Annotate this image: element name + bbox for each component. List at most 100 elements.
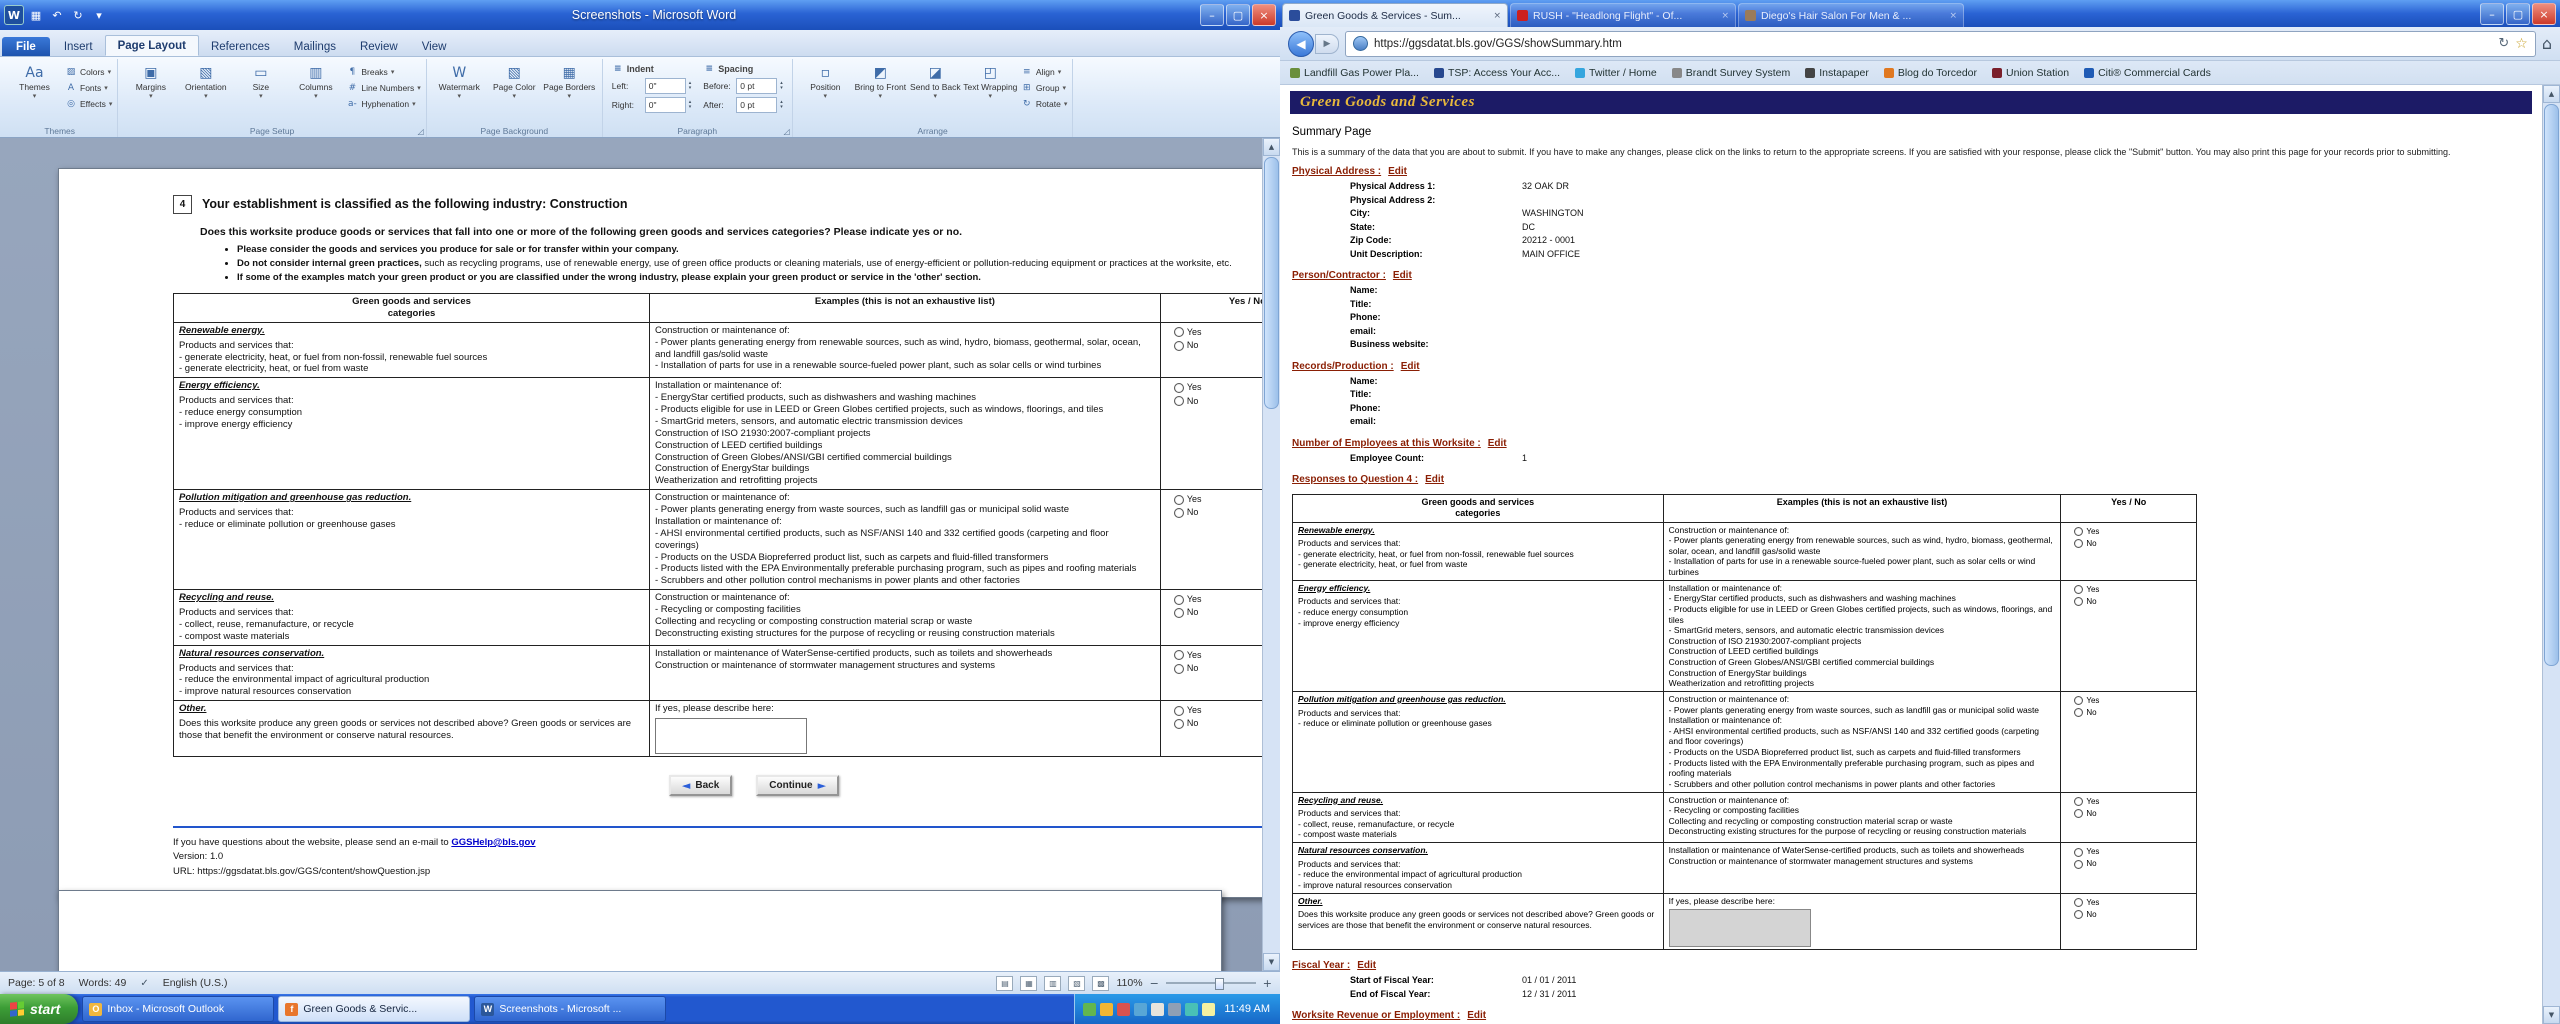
qat-dropdown-icon[interactable]: ▾ (90, 6, 108, 24)
zoom-out-icon[interactable]: − (1150, 977, 1159, 990)
yes-radio[interactable]: Yes (2074, 847, 2191, 857)
undo-icon[interactable]: ↶ (48, 6, 66, 24)
stepper-icon[interactable]: ▴▾ (689, 81, 692, 91)
url-bar[interactable]: https://ggsdatat.bls.gov/GGS/showSummary… (1345, 31, 2536, 57)
continue-button[interactable]: Continue► (756, 775, 839, 796)
bookmark-item[interactable]: Brandt Survey System (1672, 67, 1790, 79)
taskbar-window-button[interactable]: WScreenshots - Microsoft ... (474, 996, 666, 1022)
language-indicator[interactable]: English (U.S.) (163, 977, 228, 989)
word-vertical-scrollbar[interactable]: ▲ ▼ (1262, 138, 1280, 971)
tab-close-icon[interactable]: × (1949, 11, 1957, 21)
ribbon-tab-view[interactable]: View (410, 37, 459, 56)
yes-radio[interactable]: Yes (2074, 527, 2191, 537)
start-button[interactable]: start (0, 994, 78, 1024)
no-radio[interactable]: No (2074, 859, 2191, 869)
edit-link[interactable]: Edit (1393, 270, 1412, 281)
no-radio[interactable]: No (2074, 539, 2191, 549)
bookmark-item[interactable]: TSP: Access Your Acc... (1434, 67, 1560, 79)
ribbon-tab-references[interactable]: References (199, 37, 282, 56)
scrollbar-thumb[interactable] (2544, 104, 2559, 666)
tab-close-icon[interactable]: × (1721, 11, 1729, 21)
draft-view-icon[interactable]: ▩ (1092, 976, 1109, 991)
web-layout-view-icon[interactable]: ▥ (1044, 976, 1061, 991)
maximize-button[interactable]: ▢ (2506, 3, 2530, 25)
stepper-icon[interactable]: ▴▾ (689, 100, 692, 110)
orientation-button[interactable]: ▧Orientation▾ (178, 61, 233, 124)
url-text[interactable]: https://ggsdatat.bls.gov/GGS/showSummary… (1374, 38, 2492, 50)
spacing-before-input[interactable]: 0 pt (736, 78, 777, 94)
yes-radio[interactable]: Yes (2074, 898, 2191, 908)
page-indicator[interactable]: Page: 5 of 8 (8, 977, 65, 989)
align-button[interactable]: ≡Align▾ (1021, 66, 1068, 78)
yes-radio[interactable]: Yes (2074, 585, 2191, 595)
ribbon-tab-page-layout[interactable]: Page Layout (105, 35, 199, 56)
page-borders-button[interactable]: ▦Page Borders▾ (542, 61, 597, 124)
effects-button[interactable]: ◎Effects▾ (65, 98, 112, 110)
page-color-button[interactable]: ▧Page Color▾ (487, 61, 542, 124)
edit-link[interactable]: Edit (1425, 474, 1444, 485)
no-radio[interactable]: No (2074, 910, 2191, 920)
edit-link[interactable]: Edit (1467, 1010, 1486, 1021)
reload-icon[interactable]: ↻ (2498, 36, 2509, 51)
watermark-button[interactable]: WWatermark▾ (432, 61, 487, 124)
print-layout-view-icon[interactable]: ▤ (996, 976, 1013, 991)
no-radio[interactable]: No (2074, 809, 2191, 819)
back-button[interactable]: ◄Back (669, 775, 732, 796)
email-link[interactable]: GGSHelp@bls.gov (451, 837, 535, 848)
scroll-up-icon[interactable]: ▲ (2543, 85, 2560, 103)
fullscreen-view-icon[interactable]: ▦ (1020, 976, 1037, 991)
spacing-after-input[interactable]: 0 pt (736, 97, 777, 113)
bookmark-item[interactable]: Instapaper (1805, 67, 1869, 79)
browser-tab[interactable]: Green Goods & Services - Sum...× (1282, 3, 1508, 27)
person-contractor-link[interactable]: Person/Contractor : (1292, 270, 1386, 281)
maximize-button[interactable]: ▢ (1226, 4, 1250, 26)
close-button[interactable]: × (2532, 3, 2556, 25)
minimize-button[interactable]: – (2480, 3, 2504, 25)
page-scrollbar[interactable]: ▲ ▼ (2542, 85, 2560, 1024)
records-production-link[interactable]: Records/Production : (1292, 361, 1394, 372)
edit-link[interactable]: Edit (1488, 438, 1507, 449)
tab-close-icon[interactable]: × (1493, 11, 1501, 21)
colors-button[interactable]: ▨Colors▾ (65, 66, 112, 78)
zoom-slider-thumb[interactable] (1215, 978, 1224, 990)
bookmark-star-icon[interactable]: ☆ (2515, 36, 2528, 52)
physical-address-link[interactable]: Physical Address : (1292, 166, 1381, 177)
bookmark-item[interactable]: Blog do Torcedor (1884, 67, 1977, 79)
yes-radio[interactable]: Yes (2074, 696, 2191, 706)
site-identity-icon[interactable] (1353, 36, 1368, 51)
zoom-slider[interactable] (1166, 982, 1256, 984)
bookmark-item[interactable]: Twitter / Home (1575, 67, 1657, 79)
word-count[interactable]: Words: 49 (79, 977, 127, 989)
themes-button[interactable]: AaThemes▾ (7, 61, 62, 124)
minimize-button[interactable]: – (1200, 4, 1224, 26)
position-button[interactable]: ▫Position▾ (798, 61, 853, 124)
zoom-in-icon[interactable]: + (1263, 977, 1272, 990)
proofing-icon[interactable]: ✓ (140, 978, 148, 989)
scroll-up-icon[interactable]: ▲ (1263, 138, 1280, 156)
taskbar-window-button[interactable]: OInbox - Microsoft Outlook (82, 996, 274, 1022)
edit-link[interactable]: Edit (1401, 361, 1420, 372)
ribbon-tab-insert[interactable]: Insert (52, 37, 105, 56)
ribbon-tab-mailings[interactable]: Mailings (282, 37, 348, 56)
browser-tab[interactable]: RUSH - "Headlong Flight" - Of...× (1510, 3, 1736, 27)
margins-button[interactable]: ▣Margins▾ (123, 61, 178, 124)
other-description-input[interactable] (1669, 909, 1811, 947)
zoom-level[interactable]: 110% (1116, 977, 1142, 989)
scroll-down-icon[interactable]: ▼ (2543, 1006, 2560, 1024)
stepper-icon[interactable]: ▴▾ (780, 100, 783, 110)
home-icon[interactable]: ⌂ (2542, 34, 2552, 53)
back-button[interactable]: ◀ (1288, 31, 1314, 57)
scroll-down-icon[interactable]: ▼ (1263, 953, 1280, 971)
line-numbers-button[interactable]: #Line Numbers▾ (346, 82, 420, 94)
ribbon-tab-review[interactable]: Review (348, 37, 410, 56)
group-button[interactable]: ⊞Group▾ (1021, 82, 1068, 94)
dialog-launcher-icon[interactable]: ◿ (418, 127, 424, 136)
worksite-revenue-or-employment-link[interactable]: Worksite Revenue or Employment : (1292, 1010, 1460, 1021)
other-description-input[interactable] (655, 718, 807, 754)
taskbar-window-button[interactable]: fGreen Goods & Servic... (278, 996, 470, 1022)
bookmark-item[interactable]: Citi® Commercial Cards (2084, 67, 2211, 79)
no-radio[interactable]: No (2074, 597, 2191, 607)
hyphenation-button[interactable]: a-Hyphenation▾ (346, 98, 420, 110)
responses-to-question-4-link[interactable]: Responses to Question 4 : (1292, 474, 1418, 485)
stepper-icon[interactable]: ▴▾ (780, 81, 783, 91)
